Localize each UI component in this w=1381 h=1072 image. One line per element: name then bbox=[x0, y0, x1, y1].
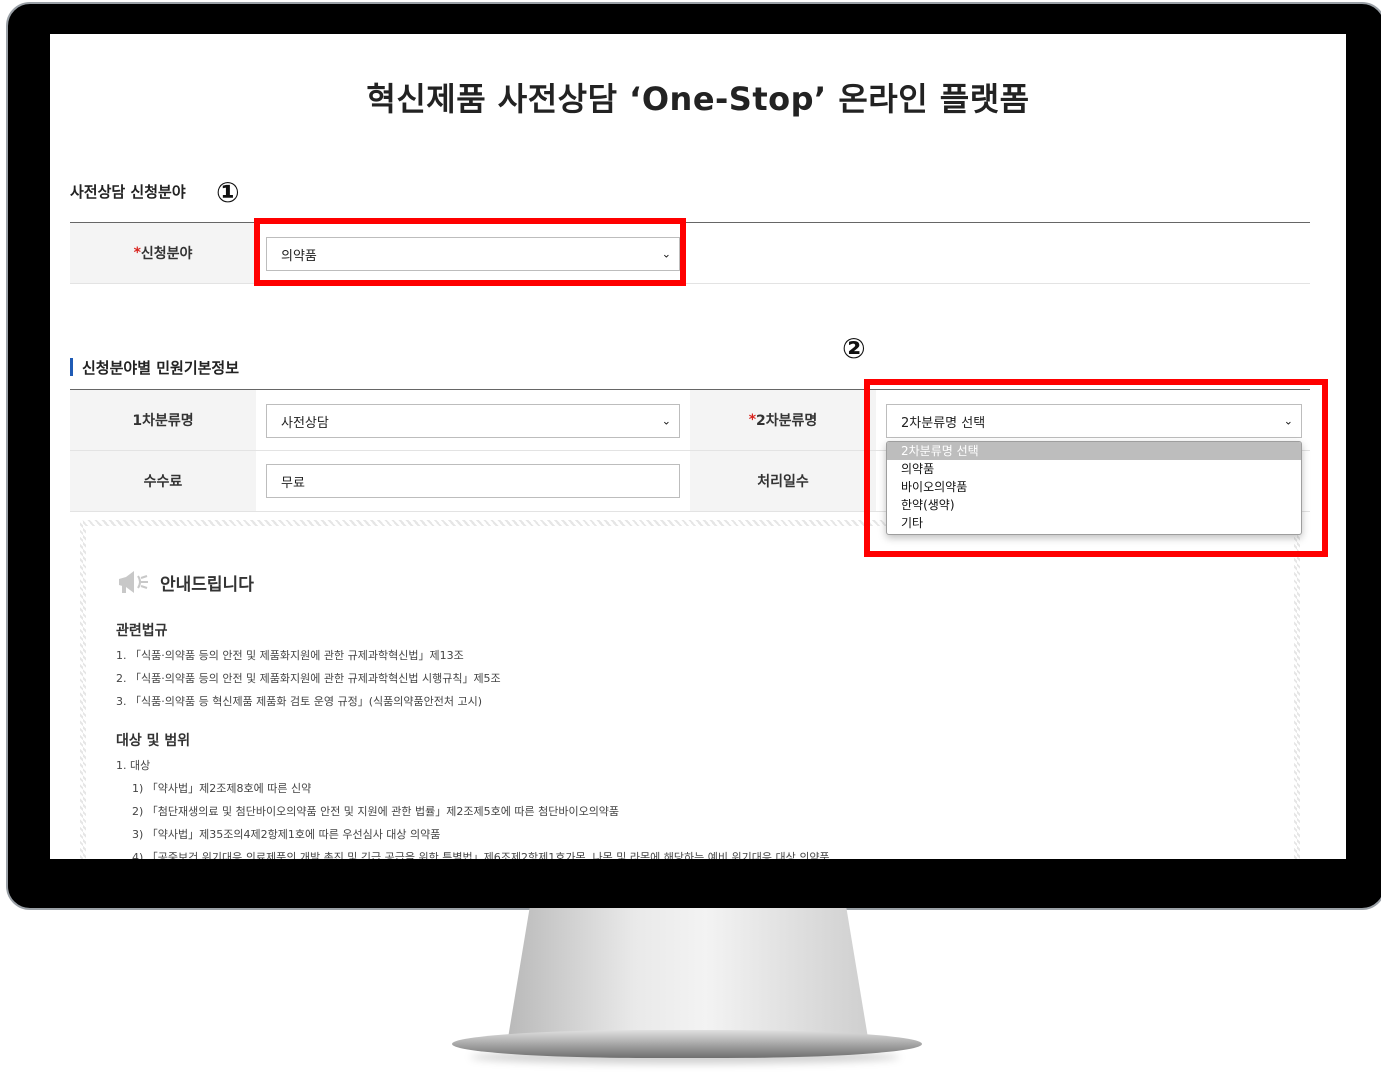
required-mark: * bbox=[133, 245, 141, 261]
notice-heading: 안내드립니다 bbox=[160, 575, 254, 595]
class1-select-value: 사전상담 bbox=[281, 415, 329, 431]
law-item: 3. 「식품·의약품 등 혁신제품 제품화 검토 운영 규정」(식품의약품안전처… bbox=[116, 695, 483, 708]
scope-intro: 1. 대상 bbox=[116, 759, 151, 772]
law-item: 2. 「식품·의약품 등의 안전 및 제품화지원에 관한 규제과학혁신법 시행규… bbox=[116, 672, 501, 685]
megaphone-icon bbox=[119, 571, 148, 593]
class2-label-cell: * 2차분류명 bbox=[690, 390, 876, 450]
class1-label: 1차분류명 bbox=[132, 413, 194, 429]
highlight-box-two bbox=[864, 379, 1328, 557]
marker-one: ① bbox=[216, 176, 240, 209]
section2-title: 신청분야별 민원기본정보 bbox=[82, 359, 240, 377]
days-label: 처리일수 bbox=[757, 474, 809, 490]
days-label-cell: 처리일수 bbox=[690, 451, 876, 511]
page-title: 혁신제품 사전상담 ‘One-Stop’ 온라인 플랫폼 bbox=[366, 80, 1030, 118]
fee-label: 수수료 bbox=[143, 474, 183, 490]
fee-label-cell: 수수료 bbox=[70, 451, 256, 511]
section-accent-bar bbox=[70, 358, 73, 376]
class2-label: 2차분류명 bbox=[756, 413, 818, 429]
fee-value: 무료 bbox=[281, 475, 305, 491]
marker-two: ② bbox=[842, 332, 866, 365]
monitor-frame: 혁신제품 사전상담 ‘One-Stop’ 온라인 플랫폼 사전상담 신청분야 ①… bbox=[6, 2, 1381, 910]
scope-heading: 대상 및 범위 bbox=[116, 733, 191, 749]
section1-title: 사전상담 신청분야 bbox=[70, 183, 186, 201]
class1-select[interactable]: 사전상담 ⌄ bbox=[266, 404, 680, 438]
chevron-down-icon: ⌄ bbox=[661, 414, 671, 428]
scope-item: 1) 「약사법」제2조제8호에 따른 신약 bbox=[132, 782, 312, 795]
scope-item: 2) 「첨단재생의료 및 첨단바이오의약품 안전 및 지원에 관한 법률」제2조… bbox=[132, 805, 620, 818]
highlight-box-one bbox=[254, 218, 686, 286]
field-label: 신청분야 bbox=[140, 246, 193, 262]
law-heading: 관련법규 bbox=[116, 623, 168, 639]
monitor-stand-base bbox=[452, 1030, 922, 1058]
required-mark: * bbox=[748, 412, 757, 428]
law-item: 1. 「식품·의약품 등의 안전 및 제품화지원에 관한 규제과학혁신법」제13… bbox=[116, 649, 464, 662]
class1-label-cell: 1차분류명 bbox=[70, 390, 256, 450]
fee-field[interactable]: 무료 bbox=[266, 464, 680, 498]
scope-item: 4) 「공중보건 위기대응 의료제품의 개발 촉진 및 긴급 공급을 위한 특별… bbox=[132, 851, 830, 859]
screen: 혁신제품 사전상담 ‘One-Stop’ 온라인 플랫폼 사전상담 신청분야 ①… bbox=[50, 34, 1346, 859]
scope-item: 3) 「약사법」제35조의4제2항제1호에 따른 우선심사 대상 의약품 bbox=[132, 828, 441, 841]
field-label-cell: * 신청분야 bbox=[70, 223, 256, 283]
monitor-stand-neck bbox=[508, 908, 868, 1038]
